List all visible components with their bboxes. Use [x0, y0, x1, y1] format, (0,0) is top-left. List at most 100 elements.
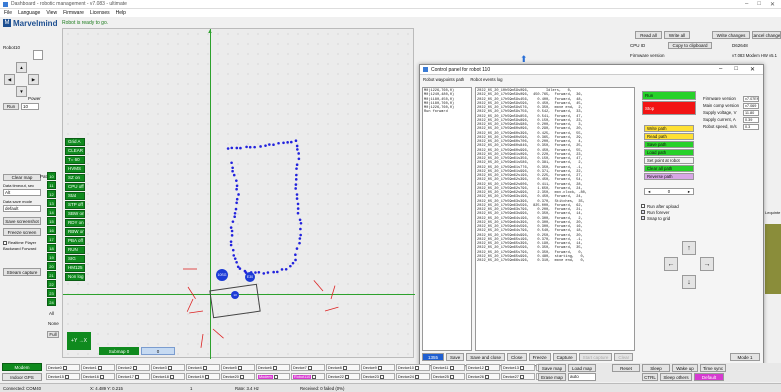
- device-item[interactable]: Device12: [466, 364, 500, 371]
- device-item[interactable]: Device10: [396, 364, 430, 371]
- device-item[interactable]: Device9: [361, 364, 395, 371]
- arrow-up-button[interactable]: ▲: [16, 62, 27, 73]
- command-button-5[interactable]: CPU off: [65, 183, 85, 191]
- device-checkbox[interactable]: [450, 366, 454, 370]
- map-canvas[interactable]: ▲ 10SG E30 13 Submap 0 0: [62, 28, 414, 358]
- mode-button[interactable]: Mode 1: [730, 353, 760, 361]
- read-all-button[interactable]: Read all: [635, 31, 662, 39]
- menu-file[interactable]: File: [4, 10, 12, 16]
- device-checkbox[interactable]: [98, 366, 102, 370]
- device-item[interactable]: Device4: [186, 364, 220, 371]
- device-item[interactable]: Device17: [116, 373, 150, 380]
- path-button-3[interactable]: Load path: [644, 149, 694, 156]
- device-item[interactable]: Device11: [431, 364, 465, 371]
- device-item[interactable]: Device20: [221, 373, 255, 380]
- save-screenshot-button[interactable]: Save screenshot: [3, 217, 41, 225]
- beacon-number-24[interactable]: 24: [47, 298, 56, 306]
- beacon-number-15[interactable]: 15: [47, 217, 56, 225]
- device-checkbox[interactable]: [520, 375, 524, 379]
- robot-picker[interactable]: [33, 50, 43, 60]
- scale-submap-button[interactable]: Submap 0: [99, 347, 139, 355]
- beacon-number-11[interactable]: 11: [47, 181, 56, 189]
- device-item[interactable]: Device27: [501, 373, 535, 380]
- path-button-6[interactable]: Reverse path: [644, 173, 694, 180]
- path-button-0[interactable]: Write path: [644, 125, 694, 132]
- device-checkbox[interactable]: [380, 375, 384, 379]
- device-item[interactable]: Device23: [361, 373, 395, 380]
- device-item[interactable]: Device24: [396, 373, 430, 380]
- beacon-number-16[interactable]: 16: [47, 226, 56, 234]
- save-mode-select[interactable]: default: [3, 205, 41, 212]
- beacon-number-10[interactable]: 10: [47, 172, 56, 180]
- beacon-number-21[interactable]: 21: [47, 271, 56, 279]
- device-checkbox[interactable]: [343, 366, 347, 370]
- dpad-down-button[interactable]: ↓: [682, 275, 696, 289]
- path-counter[interactable]: ◂ 0 ▸: [644, 188, 694, 195]
- device-item[interactable]: Device7: [291, 364, 325, 371]
- device-checkbox[interactable]: [133, 366, 137, 370]
- freeze-screen-button[interactable]: Freeze screen: [3, 228, 41, 236]
- command-button-7[interactable]: STP off: [65, 201, 85, 209]
- axis-widget[interactable]: +Y →X: [67, 332, 91, 350]
- all-button[interactable]: All: [49, 311, 54, 316]
- menu-licenses[interactable]: Licenses: [90, 10, 110, 16]
- control-maximize-icon[interactable]: □: [734, 66, 738, 73]
- option-checkbox-0[interactable]: Run after upload: [641, 203, 679, 209]
- command-button-2[interactable]: T= 60: [65, 156, 85, 164]
- device-item[interactable]: Device6: [256, 364, 290, 371]
- menu-view[interactable]: View: [46, 10, 57, 16]
- device-checkbox[interactable]: [203, 366, 207, 370]
- waypoints-list[interactable]: M0(1226,760,0) M0(1240,480,0) M0(1180,450,…: [422, 87, 472, 351]
- device-checkbox[interactable]: [378, 366, 382, 370]
- path-button-4[interactable]: Set point at robot: [644, 157, 694, 164]
- beacon-number-13[interactable]: 13: [47, 199, 56, 207]
- menu-help[interactable]: Help: [116, 10, 126, 16]
- command-button-9[interactable]: RDY on: [65, 219, 85, 227]
- map-mode-select[interactable]: auto: [568, 373, 596, 381]
- write-changes-button[interactable]: Write changes: [712, 31, 750, 39]
- none-button[interactable]: None: [48, 321, 59, 326]
- indoor-gps-button[interactable]: Indoor GPS: [2, 373, 42, 381]
- checkbox-box[interactable]: [641, 210, 645, 214]
- device-checkbox[interactable]: [312, 375, 316, 379]
- realtime-player-checkbox[interactable]: Realtime Player: [3, 240, 36, 245]
- device-item[interactable]: Device15: [46, 373, 80, 380]
- dpad-right-button[interactable]: →: [700, 257, 714, 271]
- path-button-5[interactable]: Clear all path: [644, 165, 694, 172]
- arrow-right-button[interactable]: ▶: [28, 74, 39, 85]
- device-item[interactable]: Device1: [81, 364, 115, 371]
- write-all-button[interactable]: Write all: [664, 31, 690, 39]
- command-button-13[interactable]: SIG: [65, 255, 85, 263]
- device-item[interactable]: Device8: [326, 364, 360, 371]
- device-checkbox[interactable]: [308, 366, 312, 370]
- bottom-button-1[interactable]: Save: [446, 353, 464, 361]
- wake-up-button[interactable]: Wake up: [672, 364, 698, 372]
- menu-firmware[interactable]: Firmware: [63, 10, 84, 16]
- sleep-others-button[interactable]: Sleep others: [660, 373, 692, 381]
- stream-capture-button[interactable]: Stream capture: [3, 268, 41, 276]
- command-button-6[interactable]: Stat: [65, 192, 85, 200]
- run-button[interactable]: Run: [3, 103, 19, 110]
- dpad-left-button[interactable]: ←: [664, 257, 678, 271]
- beacon-2[interactable]: E30: [245, 272, 255, 282]
- dpad-up-button[interactable]: ↑: [682, 241, 696, 255]
- stop-robot-button[interactable]: Stop: [642, 101, 696, 115]
- command-button-15[interactable]: Non log: [65, 273, 85, 281]
- device-checkbox[interactable]: [65, 375, 69, 379]
- load-map-button[interactable]: Load map: [568, 364, 596, 372]
- device-item[interactable]: Device16: [81, 373, 115, 380]
- device-item[interactable]: Device0: [46, 364, 80, 371]
- control-minimize-icon[interactable]: –: [719, 66, 722, 73]
- device-item[interactable]: Device25: [431, 373, 465, 380]
- beacon-number-14[interactable]: 14: [47, 208, 56, 216]
- default-button[interactable]: Default: [694, 373, 724, 381]
- device-checkbox[interactable]: [520, 366, 524, 370]
- device-item[interactable]: Modem: [256, 373, 290, 380]
- device-checkbox[interactable]: [485, 366, 489, 370]
- option-checkbox-2[interactable]: Snap to grid: [641, 215, 679, 221]
- bottom-button-7[interactable]: Clear: [614, 353, 633, 361]
- device-checkbox[interactable]: [168, 366, 172, 370]
- checkbox-box[interactable]: [641, 216, 645, 220]
- device-checkbox[interactable]: [415, 366, 419, 370]
- device-checkbox[interactable]: [63, 366, 67, 370]
